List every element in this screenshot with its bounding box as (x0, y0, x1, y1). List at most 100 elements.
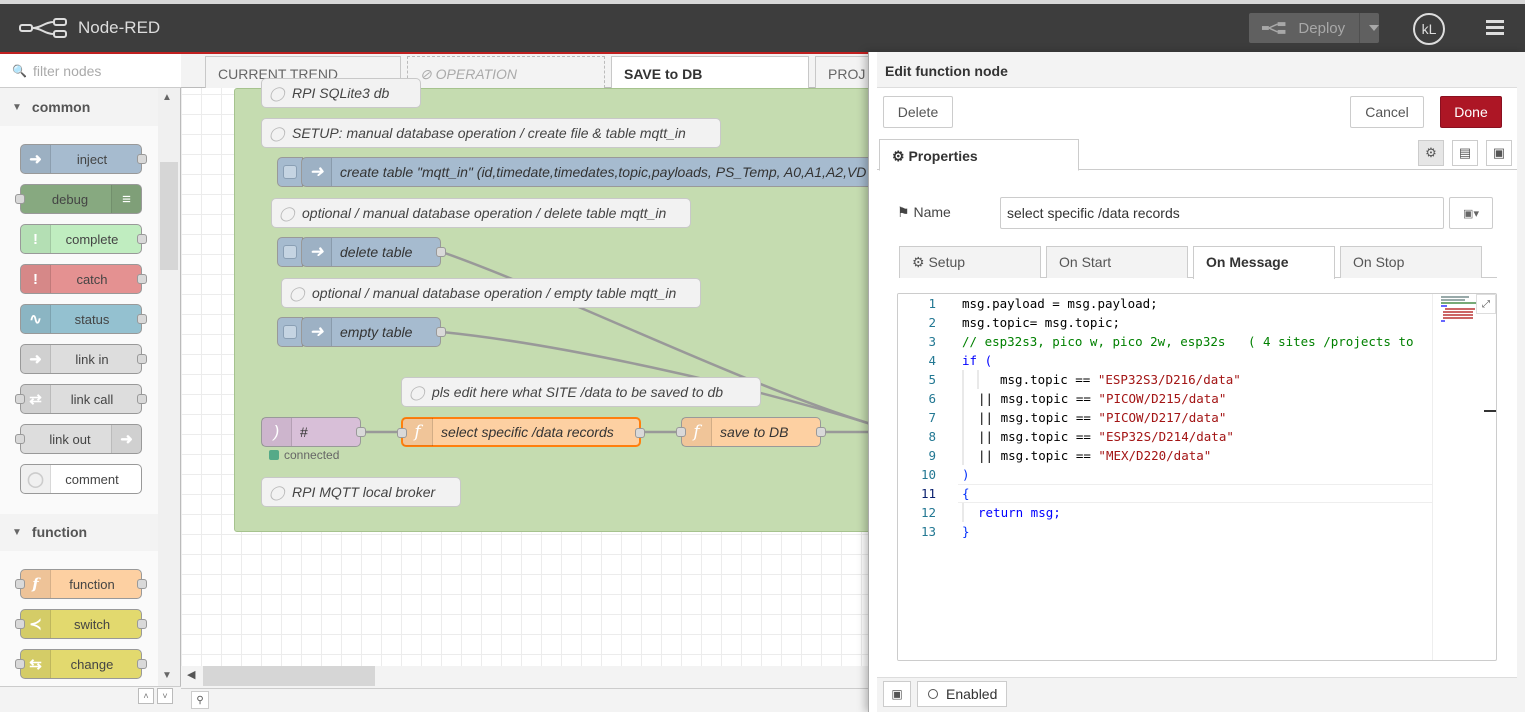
deploy-icon (1261, 22, 1286, 34)
palette-search-input[interactable]: filter nodes (33, 63, 101, 79)
palette-node-label: link in (75, 351, 109, 367)
app-title: Node-RED (78, 18, 161, 37)
code-minimap[interactable] (1432, 294, 1496, 660)
function-node-label: save to DB (720, 424, 789, 440)
document-icon[interactable]: ▤ (1452, 140, 1478, 166)
gear-icon: ⚙ (892, 148, 909, 164)
inject-node-label: create table "mqtt_in" (id,timedate,time… (340, 164, 867, 180)
chevron-down-icon[interactable] (1369, 25, 1380, 31)
name-input[interactable] (1000, 197, 1444, 229)
node-red-logo-icon (19, 18, 67, 38)
tab-properties[interactable]: ⚙ Properties (879, 139, 1079, 171)
inject-arrow-icon: ➜ (302, 238, 332, 266)
tray-scrollbar[interactable] (1517, 52, 1525, 712)
comment-node[interactable]: ◯ SETUP: manual database operation / cre… (261, 118, 721, 148)
palette-node-catch[interactable]: ! catch (20, 264, 147, 294)
library-button[interactable]: ▣ ▾ (1449, 197, 1493, 229)
code-line[interactable]: msg.topic == "ESP32S3/D216/data" (1000, 370, 1241, 389)
palette-node-link-call[interactable]: ⇄ link call (15, 384, 147, 414)
output-port (137, 659, 147, 669)
gear-icon[interactable]: ⚙ (1418, 140, 1444, 166)
tab-on-stop[interactable]: On Stop (1340, 246, 1482, 278)
comment-node[interactable]: ◯ optional / manual database operation /… (271, 198, 691, 228)
workspace-scrollbar-thumb[interactable] (203, 666, 375, 686)
enabled-toggle[interactable]: Enabled (917, 681, 1007, 707)
mqtt-in-node[interactable]: ) # (261, 417, 366, 447)
inject-node-create-table[interactable]: ➜ create table "mqtt_in" (id,timedate,ti… (301, 157, 871, 187)
inject-node-empty-table[interactable]: ➜ empty table (301, 317, 446, 347)
palette-node-function[interactable]: f function (15, 569, 147, 599)
edit-tray: Edit function node Delete Cancel Done ⚙ … (868, 52, 1525, 712)
function-node-save-to-db[interactable]: f save to DB (676, 417, 826, 447)
function-node-select-records[interactable]: f select specific /data records (397, 417, 645, 447)
delete-button[interactable]: Delete (883, 96, 953, 128)
tag-icon: ⚑ (897, 204, 914, 220)
palette-node-label: debug (51, 191, 89, 207)
comment-node[interactable]: ◯ RPI MQTT local broker (261, 477, 461, 507)
tab-setup[interactable]: ⚙ Setup (899, 246, 1041, 278)
input-port (15, 194, 25, 204)
comment-node[interactable]: ◯ optional / manual database operation /… (281, 278, 701, 308)
inject-button[interactable] (277, 157, 303, 187)
switch-fork-icon: ≺ (21, 610, 51, 638)
comment-node[interactable]: ◯ RPI SQLite3 db (261, 78, 421, 108)
palette-category-label: function (31, 524, 88, 540)
output-port (137, 274, 147, 284)
scroll-up-icon[interactable]: ▲ (162, 92, 172, 103)
exclamation-icon: ! (21, 225, 51, 253)
palette-node-debug[interactable]: debug ≡ (15, 184, 142, 214)
palette-node-complete[interactable]: ! complete (20, 224, 147, 254)
appearance-icon[interactable]: ▣ (1486, 140, 1512, 166)
inject-button[interactable] (277, 237, 303, 267)
book-icon[interactable]: ▣ (883, 681, 911, 707)
expand-editor-icon[interactable]: ⤢ (1476, 294, 1496, 314)
palette-category-function[interactable]: ▼ function (0, 515, 158, 549)
palette-scrollbar-thumb[interactable] (160, 162, 178, 270)
palette-search[interactable]: 🔍 filter nodes (0, 54, 181, 88)
tab-label: Setup (928, 254, 966, 270)
code-editor[interactable]: 1 2 3 4 5 6 7 8 9 10 11 12 13 msg.payloa… (897, 293, 1497, 661)
scroll-down-icon[interactable]: ▼ (162, 670, 172, 681)
mqtt-status-text: connected (284, 448, 340, 462)
inject-button[interactable] (277, 317, 303, 347)
expand-all-icon[interactable]: ˅ (157, 688, 173, 704)
output-port (137, 314, 147, 324)
menu-icon[interactable] (1486, 20, 1504, 38)
palette-node-label: status (74, 311, 110, 327)
collapse-all-icon[interactable]: ˄ (138, 688, 154, 704)
palette-node-status[interactable]: ∿ status (20, 304, 147, 334)
scroll-left-icon[interactable]: ◀ (187, 668, 195, 681)
palette-node-switch[interactable]: ≺ switch (15, 609, 147, 639)
input-port (15, 619, 25, 629)
book-icon: ▣ (1463, 207, 1474, 220)
tab-on-start[interactable]: On Start (1046, 246, 1188, 278)
done-button[interactable]: Done (1440, 96, 1502, 128)
palette-node-change[interactable]: ⇆ change (15, 649, 147, 679)
inject-node-delete-table[interactable]: ➜ delete table (301, 237, 446, 267)
palette-node-label: link out (49, 431, 91, 447)
code-line[interactable]: // esp32s3, pico w, pico 2w, esp32s ( 4 … (962, 332, 1414, 351)
tab-on-message[interactable]: On Message (1193, 246, 1335, 279)
name-label: ⚑ Name (897, 204, 951, 221)
palette-node-link-out[interactable]: link out ➜ (15, 424, 142, 454)
flow-workspace[interactable]: CURRENT TREND ⊘ OPERATION SAVE to DB PRO… (181, 54, 871, 712)
search-icon[interactable]: ⚲ (191, 691, 209, 709)
link-arrow-icon: ➜ (111, 425, 141, 453)
deploy-button[interactable]: Deploy (1249, 13, 1380, 43)
name-label-text: Name (913, 204, 951, 220)
palette-node-inject[interactable]: ➜ inject (20, 144, 147, 174)
minimap-cursor-marker (1484, 410, 1496, 412)
chevron-down-icon: ▼ (12, 526, 22, 538)
user-avatar[interactable]: kL (1413, 13, 1445, 45)
palette-node-comment[interactable]: ◯ comment (20, 464, 142, 494)
inject-node-label: empty table (340, 324, 413, 340)
comment-node[interactable]: ◯ pls edit here what SITE /data to be sa… (401, 377, 761, 407)
chevron-down-icon: ▼ (12, 101, 22, 113)
input-port (15, 394, 25, 404)
output-port (436, 327, 446, 337)
comment-bubble-icon: ◯ (269, 483, 285, 500)
palette-node-link-in[interactable]: ➜ link in (20, 344, 147, 374)
cancel-button[interactable]: Cancel (1350, 96, 1424, 128)
inject-arrow-icon: ➜ (21, 145, 51, 173)
palette-category-common[interactable]: ▼ common (0, 90, 158, 124)
